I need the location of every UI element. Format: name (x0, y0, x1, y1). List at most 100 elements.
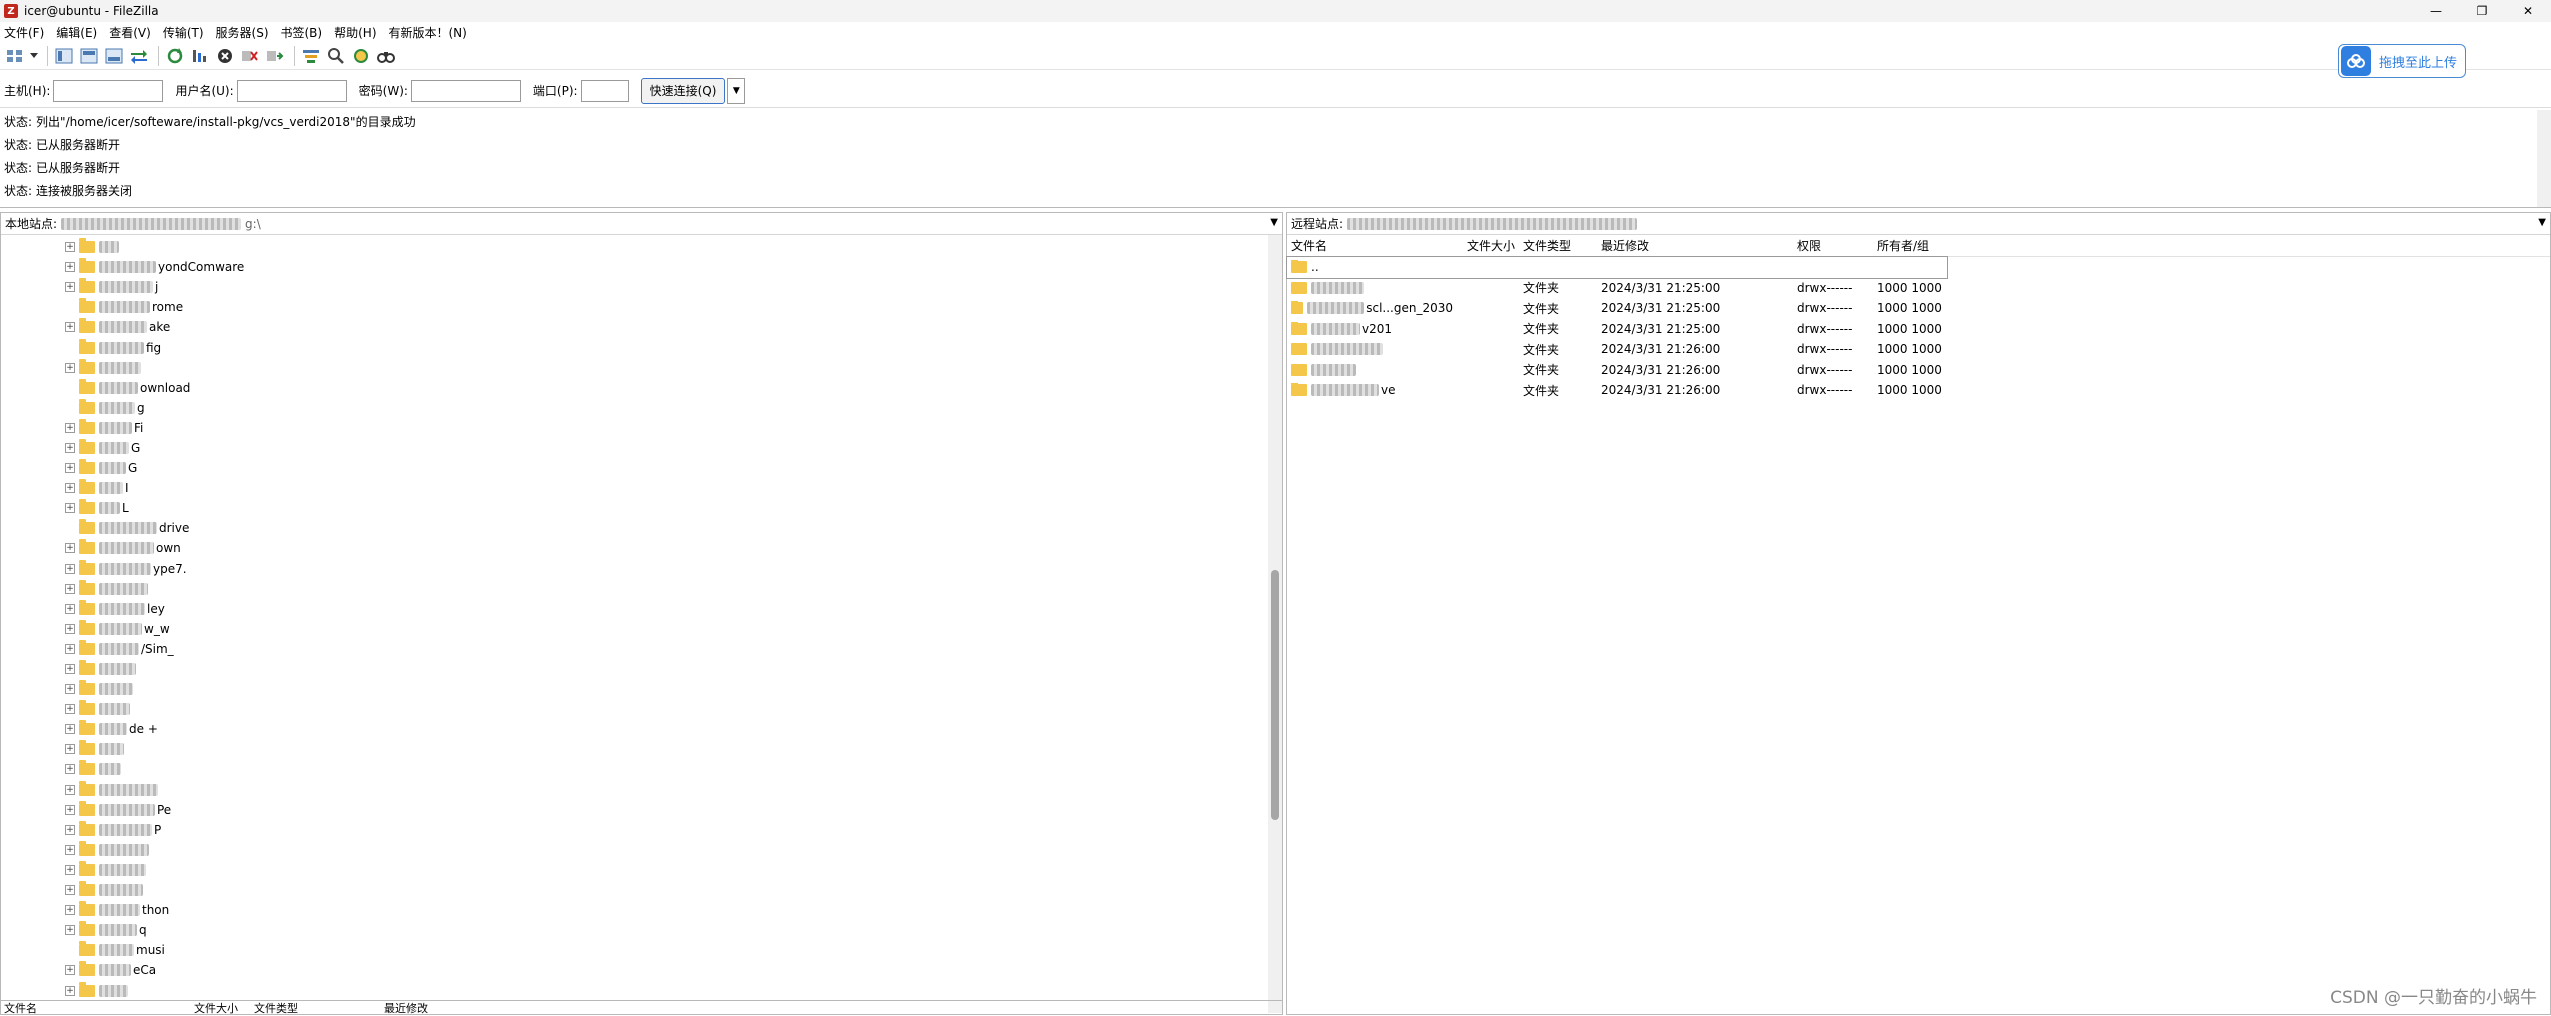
tree-folder-item[interactable]: + j (1, 277, 1282, 297)
process-queue-icon[interactable] (189, 45, 211, 67)
local-col-type[interactable]: 文件类型 (254, 1000, 384, 1016)
tree-folder-item[interactable]: + (1, 659, 1282, 679)
expand-toggle-icon[interactable]: + (65, 804, 75, 815)
sync-browsing-icon[interactable] (350, 45, 372, 67)
site-manager-icon[interactable] (4, 45, 26, 67)
directory-listing-filter-icon[interactable] (300, 45, 322, 67)
local-col-size[interactable]: 文件大小 (194, 1000, 254, 1016)
site-manager-dropdown-icon[interactable] (29, 45, 39, 67)
tree-folder-item[interactable]: + ake (1, 317, 1282, 337)
remote-col-type[interactable]: 文件类型 (1519, 237, 1597, 254)
close-button[interactable]: ✕ (2505, 0, 2551, 22)
quickconnect-button[interactable]: 快速连接(Q) (640, 77, 726, 104)
menu-transfer[interactable]: 传输(T) (163, 24, 204, 41)
menu-server[interactable]: 服务器(S) (216, 24, 269, 41)
tree-folder-item[interactable]: ownload (1, 378, 1282, 398)
remote-path-dropdown-icon[interactable]: ▼ (2538, 217, 2546, 228)
cancel-operation-icon[interactable] (214, 45, 236, 67)
maximize-button[interactable]: ❐ (2459, 0, 2505, 22)
tree-folder-item[interactable]: + thon (1, 900, 1282, 920)
expand-toggle-icon[interactable]: + (65, 704, 75, 715)
expand-toggle-icon[interactable]: + (65, 965, 75, 976)
toggle-remote-tree-icon[interactable] (103, 45, 125, 67)
expand-toggle-icon[interactable]: + (65, 442, 75, 453)
tree-folder-item[interactable]: + (1, 759, 1282, 779)
local-tree-scroll-thumb[interactable] (1271, 570, 1279, 820)
expand-toggle-icon[interactable]: + (65, 422, 75, 433)
tree-folder-item[interactable]: + Pe (1, 800, 1282, 820)
expand-toggle-icon[interactable]: + (65, 262, 75, 273)
expand-toggle-icon[interactable]: + (65, 623, 75, 634)
tree-folder-item[interactable]: drive (1, 518, 1282, 538)
expand-toggle-icon[interactable]: + (65, 483, 75, 494)
drag-upload-button[interactable]: 拖拽至此上传 (2338, 44, 2466, 78)
port-input[interactable] (580, 79, 629, 102)
tree-folder-item[interactable]: + (1, 860, 1282, 880)
menu-bookmarks[interactable]: 书签(B) (281, 24, 323, 41)
reconnect-icon[interactable] (264, 45, 286, 67)
remote-col-owner[interactable]: 所有者/组 (1873, 237, 1953, 254)
expand-toggle-icon[interactable]: + (65, 724, 75, 735)
menu-help[interactable]: 帮助(H) (334, 24, 376, 41)
tree-folder-item[interactable]: + G (1, 438, 1282, 458)
expand-toggle-icon[interactable]: + (65, 925, 75, 936)
expand-toggle-icon[interactable]: + (65, 362, 75, 373)
expand-toggle-icon[interactable]: + (65, 764, 75, 775)
expand-toggle-icon[interactable]: + (65, 844, 75, 855)
disconnect-icon[interactable] (239, 45, 261, 67)
tree-folder-item[interactable]: + ley (1, 599, 1282, 619)
host-input[interactable] (53, 79, 164, 102)
tree-folder-item[interactable]: + (1, 699, 1282, 719)
tree-folder-item[interactable]: + (1, 780, 1282, 800)
expand-toggle-icon[interactable]: + (65, 282, 75, 293)
remote-col-name[interactable]: 文件名 (1287, 237, 1453, 254)
tree-folder-item[interactable]: + G (1, 458, 1282, 478)
username-input[interactable] (236, 79, 347, 102)
expand-toggle-icon[interactable]: + (65, 905, 75, 916)
tree-folder-item[interactable]: + de + (1, 719, 1282, 739)
tree-folder-item[interactable]: + eCa (1, 960, 1282, 980)
expand-toggle-icon[interactable]: + (65, 643, 75, 654)
expand-toggle-icon[interactable]: + (65, 603, 75, 614)
password-input[interactable] (410, 79, 521, 102)
local-path-value[interactable]: g:\ (245, 217, 261, 231)
expand-toggle-icon[interactable]: + (65, 463, 75, 474)
tree-folder-item[interactable]: + (1, 739, 1282, 759)
find-files-icon[interactable] (375, 45, 397, 67)
file-row[interactable]: ve 文件夹 2024/3/31 21:26:00 drwx------ 1000 10… (1287, 380, 2550, 401)
tree-folder-item[interactable]: + L (1, 498, 1282, 518)
minimize-button[interactable]: — (2413, 0, 2459, 22)
tree-folder-item[interactable]: + (1, 840, 1282, 860)
menu-new-version[interactable]: 有新版本！(N) (389, 24, 467, 41)
refresh-icon[interactable] (164, 45, 186, 67)
tree-folder-item[interactable]: musi (1, 940, 1282, 960)
tree-folder-item[interactable]: g (1, 398, 1282, 418)
tree-folder-item[interactable]: + (1, 679, 1282, 699)
expand-toggle-icon[interactable]: + (65, 985, 75, 996)
search-icon[interactable] (325, 45, 347, 67)
tree-folder-item[interactable]: + (1, 358, 1282, 378)
toggle-transfer-queue-icon[interactable] (128, 45, 150, 67)
menu-edit[interactable]: 编辑(E) (56, 24, 97, 41)
menu-view[interactable]: 查看(V) (109, 24, 151, 41)
log-scrollbar[interactable] (2537, 110, 2551, 207)
file-row[interactable]: scl...gen_2030 文件夹 2024/3/31 21:25:00 drwx-… (1287, 298, 2550, 319)
expand-toggle-icon[interactable]: + (65, 664, 75, 675)
toggle-local-tree-icon[interactable] (78, 45, 100, 67)
expand-toggle-icon[interactable]: + (65, 503, 75, 514)
tree-folder-item[interactable]: + (1, 880, 1282, 900)
tree-folder-item[interactable]: + own (1, 538, 1282, 558)
expand-toggle-icon[interactable]: + (65, 824, 75, 835)
menu-file[interactable]: 文件(F) (4, 24, 44, 41)
expand-toggle-icon[interactable]: + (65, 322, 75, 333)
local-col-name[interactable]: 文件名 (4, 1000, 194, 1016)
file-row[interactable]: v201 文件夹 2024/3/31 21:25:00 drwx------ 1000 … (1287, 319, 2550, 340)
expand-toggle-icon[interactable]: + (65, 543, 75, 554)
local-tree-scrollbar[interactable] (1268, 235, 1282, 1013)
tree-folder-item[interactable]: + /Sim_ (1, 639, 1282, 659)
tree-folder-item[interactable]: + (1, 579, 1282, 599)
tree-folder-item[interactable]: + (1, 237, 1282, 257)
tree-folder-item[interactable]: + ype7. (1, 559, 1282, 579)
expand-toggle-icon[interactable]: + (65, 744, 75, 755)
quickconnect-dropdown-icon[interactable]: ▼ (727, 77, 746, 104)
